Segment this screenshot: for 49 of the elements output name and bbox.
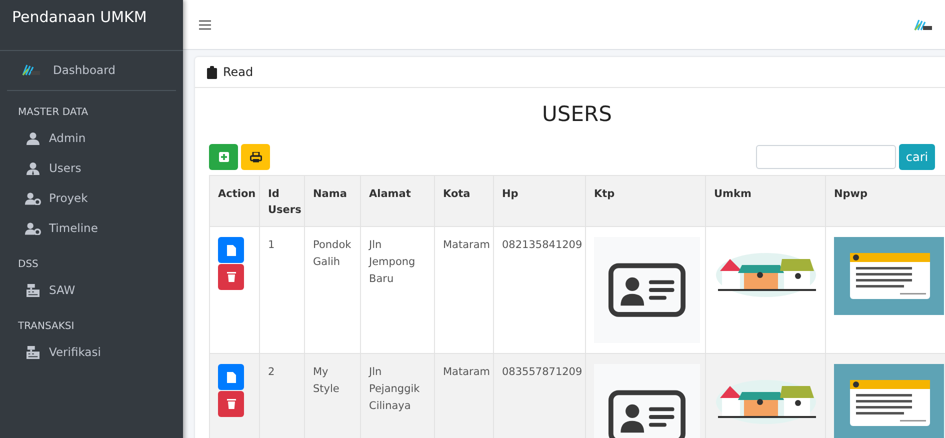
sidebar-item[interactable]: Proyek (0, 183, 183, 213)
user-gear-icon (25, 192, 41, 204)
file-icon (226, 372, 236, 382)
user-gear-icon (25, 222, 41, 234)
cash-register-icon (25, 284, 41, 296)
column-header: Npwp (826, 176, 945, 226)
page-heading: USERS (541, 102, 613, 128)
table-cell: My Style (304, 354, 360, 438)
file-icon (226, 244, 236, 256)
search-field[interactable] (756, 145, 896, 169)
column-header: Action (210, 176, 260, 226)
plus-square-icon (218, 152, 228, 162)
section-heading: TRANSAKSI (17, 320, 76, 334)
table-cell: 2 (260, 354, 304, 438)
sidebar-item[interactable]: Users (0, 153, 183, 183)
printer-icon (250, 152, 262, 162)
menu-icon[interactable] (197, 18, 213, 32)
column-header: Umkm (706, 176, 826, 226)
column-header: Alamat (360, 176, 434, 226)
card-title: Read (223, 65, 254, 79)
table-cell: 083557871209 (494, 354, 586, 438)
detail-button[interactable] (218, 237, 244, 263)
detail-button[interactable] (218, 364, 244, 390)
user-icon (25, 132, 41, 144)
sidebar-item[interactable]: SAW (0, 275, 183, 305)
dashboard-link[interactable]: Dashboard (15, 63, 168, 77)
column-header: Nama (304, 176, 360, 226)
table-cell: Mataram (434, 354, 494, 438)
trash-icon (226, 399, 236, 409)
logo-icon (21, 63, 41, 77)
section-heading: MASTER DATA (17, 106, 90, 120)
sidebar-item[interactable]: Timeline (0, 213, 183, 243)
clipboard-icon (207, 66, 217, 78)
column-header: Hp (494, 176, 586, 226)
user-icon (25, 162, 41, 174)
logo-icon (913, 18, 933, 32)
print-button[interactable] (241, 144, 270, 170)
id-card-icon (594, 237, 700, 343)
delete-button[interactable] (218, 391, 244, 417)
table-cell: Jln Pejanggik Cilinaya (360, 354, 434, 438)
column-header: Id Users (260, 176, 304, 226)
column-header: Ktp (586, 176, 706, 226)
sidebar-item[interactable]: Admin (0, 123, 183, 153)
section-heading: DSS (17, 258, 40, 272)
cash-register-icon (25, 346, 41, 358)
sidebar-item[interactable]: Verifikasi (0, 337, 183, 367)
trash-icon (226, 272, 236, 282)
column-header: Kota (434, 176, 494, 226)
delete-button[interactable] (218, 264, 244, 290)
